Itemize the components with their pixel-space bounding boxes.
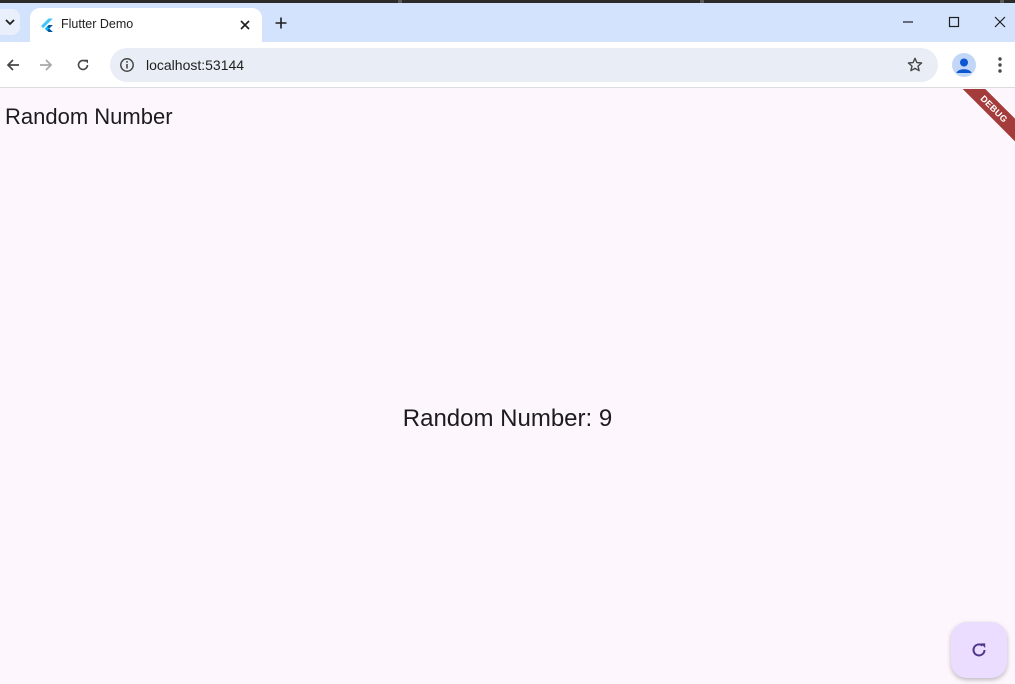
minimize-icon: [903, 21, 913, 23]
arrow-left-icon: [6, 59, 19, 71]
maximize-icon: [948, 16, 960, 28]
tab-search-button[interactable]: [0, 9, 20, 35]
arrow-right-icon: [40, 59, 53, 71]
browser-toolbar: localhost:53144: [0, 42, 1015, 88]
app-bar-title: Random Number: [5, 104, 173, 129]
close-icon: [240, 20, 250, 30]
app-viewport: Random Number DEBUG Random Number: 9: [0, 89, 1015, 684]
debug-banner: DEBUG: [949, 89, 1015, 154]
close-icon: [994, 16, 1006, 28]
site-info-button[interactable]: [118, 56, 136, 74]
tab-title: Flutter Demo: [61, 17, 134, 31]
bookmark-button[interactable]: [906, 56, 924, 74]
info-icon: [120, 58, 134, 72]
flutter-logo-icon: [41, 18, 53, 32]
random-number-text: Random Number: 9: [402, 405, 613, 432]
refresh-icon: [972, 643, 986, 657]
reload-button[interactable]: [70, 52, 96, 78]
profile-button[interactable]: [952, 53, 976, 77]
reload-icon: [77, 59, 89, 71]
maximize-button[interactable]: [939, 9, 969, 35]
forward-button[interactable]: [33, 52, 59, 78]
back-button[interactable]: [0, 52, 26, 78]
star-icon: [907, 57, 923, 72]
tab-bar: Flutter Demo: [0, 3, 1015, 42]
avatar-icon: [956, 58, 972, 73]
refresh-button[interactable]: [951, 622, 1007, 678]
minimize-button[interactable]: [893, 9, 923, 35]
plus-icon: [275, 17, 287, 29]
new-tab-button[interactable]: [270, 12, 292, 34]
url-text: localhost:53144: [146, 57, 245, 73]
tab-flutter-demo[interactable]: Flutter Demo: [30, 8, 262, 42]
window-close-button[interactable]: [985, 9, 1015, 35]
browser-menu-button[interactable]: [990, 53, 1010, 77]
tab-close-button[interactable]: [236, 16, 254, 34]
more-vert-icon: [998, 57, 1002, 73]
chevron-down-icon: [5, 19, 15, 26]
address-bar[interactable]: localhost:53144: [110, 48, 938, 82]
